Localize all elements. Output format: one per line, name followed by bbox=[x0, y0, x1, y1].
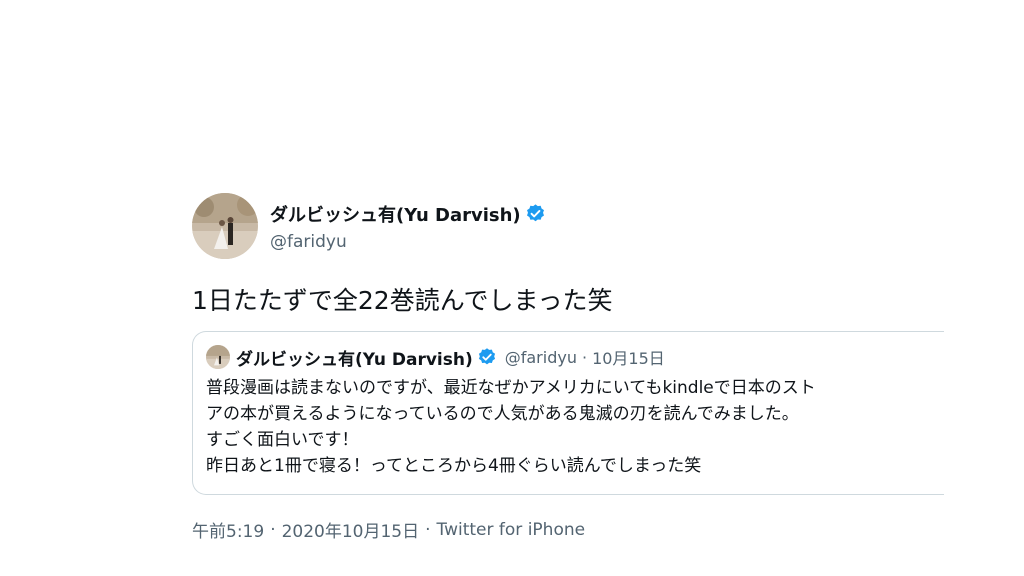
separator-dot: · bbox=[425, 519, 431, 540]
tweet: ダルビッシュ有(Yu Darvish) @faridyu 1日たたずで全22巻読… bbox=[192, 193, 952, 542]
verified-badge-icon bbox=[525, 203, 546, 224]
display-name-row: ダルビッシュ有(Yu Darvish) bbox=[270, 201, 546, 227]
verified-badge-icon bbox=[477, 347, 497, 367]
tweet-text: 1日たたずで全22巻読んでしまった笑 bbox=[192, 286, 613, 315]
page: ダルビッシュ有(Yu Darvish) @faridyu 1日たたずで全22巻読… bbox=[0, 0, 1024, 576]
quoted-author-display-name: ダルビッシュ有(Yu Darvish) bbox=[236, 349, 473, 370]
author-avatar[interactable] bbox=[192, 193, 258, 259]
author-names: ダルビッシュ有(Yu Darvish) @faridyu bbox=[270, 201, 546, 252]
quoted-tweet-line: 普段漫画は読まないのですが、最近なぜかアメリカにいてもkindleで日本のスト bbox=[206, 378, 816, 398]
quoted-tweet-line: 昨日あと1冊で寝る！ってところから4冊ぐらい読んでしまった笑 bbox=[206, 456, 702, 476]
tweet-date[interactable]: 2020年10月15日 bbox=[282, 517, 420, 542]
quoted-tweet-text: 普段漫画は読まないのですが、最近なぜかアメリカにいてもkindleで日本のスト … bbox=[206, 375, 944, 479]
quoted-tweet-card[interactable]: ダルビッシュ有(Yu Darvish) @faridyu · 10月15日 普段… bbox=[192, 331, 944, 495]
quoted-tweet-header: ダルビッシュ有(Yu Darvish) @faridyu · 10月15日 bbox=[206, 345, 944, 370]
tweet-time[interactable]: 午前5:19 bbox=[192, 517, 264, 542]
quoted-tweet-line: すごく面白いです！ bbox=[206, 430, 359, 450]
author-display-name[interactable]: ダルビッシュ有(Yu Darvish) bbox=[270, 201, 521, 227]
separator-dot: · bbox=[270, 519, 276, 540]
author-row: ダルビッシュ有(Yu Darvish) @faridyu bbox=[192, 193, 952, 259]
wedding-photo-avatar-icon bbox=[192, 193, 258, 259]
wedding-photo-avatar-small-icon bbox=[206, 345, 230, 369]
quoted-author-handle: @faridyu bbox=[504, 347, 577, 367]
author-handle[interactable]: @faridyu bbox=[270, 232, 546, 252]
tweet-meta: 午前5:19 · 2020年10月15日 · Twitter for iPhon… bbox=[192, 517, 952, 543]
quoted-author-avatar bbox=[206, 345, 230, 369]
quoted-tweet-line: アの本が買えるようになっているので人気がある鬼滅の刃を読んでみました。 bbox=[206, 404, 799, 424]
quoted-tweet-date: 10月15日 bbox=[592, 349, 665, 368]
separator-dot: · bbox=[581, 347, 588, 367]
tweet-source[interactable]: Twitter for iPhone bbox=[437, 520, 586, 540]
